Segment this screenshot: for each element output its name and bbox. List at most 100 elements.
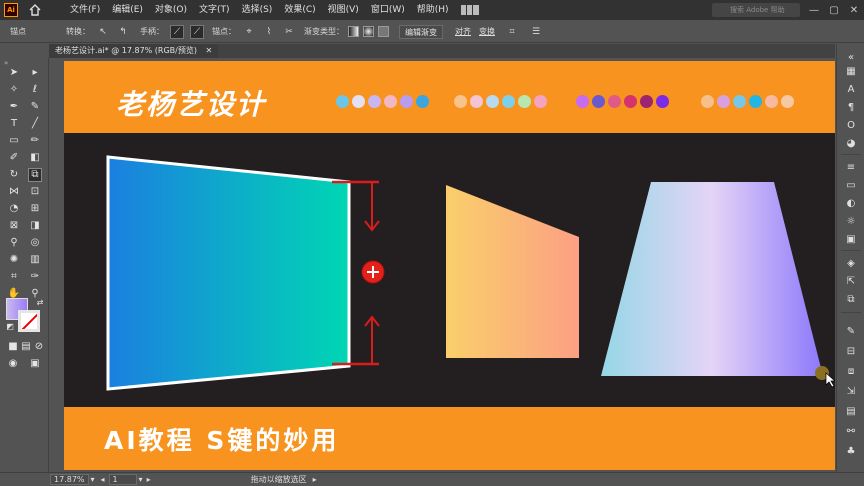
- symbol-sprayer-icon[interactable]: ✺: [7, 253, 21, 267]
- workspace-layout-icon[interactable]: [460, 5, 479, 15]
- align-panel-icon[interactable]: ⊟: [844, 344, 858, 358]
- lasso-tool-icon[interactable]: ℓ: [28, 83, 42, 97]
- home-icon[interactable]: [28, 3, 42, 17]
- control-bar: 锚点 转换： ↖ ↰ 手柄： ⟋ ⟋ 锚点： ⌖ ⌇ ✂ 渐变类型： 编辑渐变 …: [0, 21, 864, 43]
- perspective-grid-icon[interactable]: ⊞: [28, 202, 42, 216]
- shape-builder-icon[interactable]: ◔: [7, 202, 21, 216]
- gradient-panel-icon[interactable]: ▭: [844, 178, 858, 192]
- eraser-tool-icon[interactable]: ◧: [28, 151, 42, 165]
- panel-menu-icon[interactable]: ☰: [529, 25, 543, 39]
- mesh-tool-icon[interactable]: ⊠: [7, 219, 21, 233]
- collapse-panels-icon[interactable]: «: [844, 50, 858, 64]
- slice-tool-icon[interactable]: ✑: [28, 270, 42, 284]
- stroke-panel-icon[interactable]: ≡: [844, 160, 858, 174]
- blend-tool-icon[interactable]: ◎: [28, 236, 42, 250]
- line-tool-icon[interactable]: ╱: [28, 117, 42, 131]
- pencil-tool-icon[interactable]: ✏: [28, 134, 42, 148]
- free-transform-icon[interactable]: ⊡: [28, 185, 42, 199]
- cut-path-icon[interactable]: ✂: [282, 25, 296, 39]
- opentype-panel-icon[interactable]: O: [844, 118, 858, 132]
- page-field[interactable]: 1: [108, 474, 137, 485]
- document-tab-title: 老杨艺设计.ai* @ 17.87% (RGB/预览): [55, 46, 197, 55]
- symbols-panel-icon[interactable]: ♣: [844, 444, 858, 458]
- export-panel-icon[interactable]: ⇱: [844, 274, 858, 288]
- convert-smooth-icon[interactable]: ↰: [116, 25, 130, 39]
- transform-panel-icon[interactable]: ⇲: [844, 384, 858, 398]
- help-search-input[interactable]: 搜索 Adobe 帮助: [712, 3, 800, 17]
- align-link[interactable]: 对齐: [455, 26, 471, 37]
- minimize-icon[interactable]: —: [804, 0, 824, 20]
- graphic-styles-icon[interactable]: ▣: [844, 232, 858, 246]
- gradient-type-label: 渐变类型：: [304, 27, 344, 36]
- width-tool-icon[interactable]: ⋈: [7, 185, 21, 199]
- menu-item[interactable]: 文字(T): [193, 0, 236, 20]
- menu-item[interactable]: 窗口(W): [365, 0, 411, 20]
- zoom-dropdown-icon[interactable]: ▾: [91, 475, 95, 484]
- draw-mode-icon[interactable]: ◉: [6, 357, 20, 371]
- none-mode-icon[interactable]: ⊘: [32, 340, 46, 354]
- pen-tool-icon[interactable]: ✒: [7, 100, 21, 114]
- show-handles-icon[interactable]: ⟋: [170, 24, 184, 39]
- transform-link[interactable]: 变换: [479, 26, 495, 37]
- connect-anchor-icon[interactable]: ⌇: [262, 25, 276, 39]
- direct-selection-tool-icon[interactable]: ▸: [28, 66, 42, 80]
- type-tool-icon[interactable]: T: [7, 117, 21, 131]
- gradient-mode-icon[interactable]: ▤: [19, 340, 33, 354]
- stroke-swatch[interactable]: [18, 310, 40, 332]
- shaper-tool-icon[interactable]: ✐: [7, 151, 21, 165]
- swap-fill-stroke-icon[interactable]: ⇄: [33, 296, 47, 310]
- character-panel-icon[interactable]: A: [844, 82, 858, 96]
- magic-wand-icon[interactable]: ✧: [7, 83, 21, 97]
- rotate-tool-icon[interactable]: ↻: [7, 168, 21, 182]
- menu-item[interactable]: 选择(S): [236, 0, 279, 20]
- links-panel-icon[interactable]: ⚯: [844, 424, 858, 438]
- paragraph-panel-icon[interactable]: ¶: [844, 100, 858, 114]
- swatches-panel-icon[interactable]: ▤: [844, 404, 858, 418]
- canvas[interactable]: 老杨艺设计 AI教程 S键的妙用: [49, 58, 836, 472]
- close-tab-icon[interactable]: ✕: [206, 46, 213, 55]
- convert-corner-icon[interactable]: ↖: [96, 25, 110, 39]
- hide-handles-icon[interactable]: ⟋: [190, 24, 204, 39]
- properties-panel-icon[interactable]: ▦: [844, 64, 858, 78]
- edit-gradient-button[interactable]: 编辑渐变: [399, 24, 443, 39]
- radial-gradient-icon[interactable]: [363, 26, 374, 37]
- rectangle-tool-icon[interactable]: ▭: [7, 134, 21, 148]
- brushes-panel-icon[interactable]: ✎: [844, 324, 858, 338]
- scale-tool-icon[interactable]: ⧉: [28, 168, 42, 182]
- isolate-icon[interactable]: ⌗: [505, 25, 519, 39]
- pathfinder-panel-icon[interactable]: ⧈: [844, 364, 858, 378]
- menu-item[interactable]: 效果(C): [278, 0, 321, 20]
- remove-anchor-icon[interactable]: ⌖: [242, 25, 256, 39]
- status-arrow-icon[interactable]: ▸: [313, 475, 317, 484]
- document-tab[interactable]: 老杨艺设计.ai* @ 17.87% (RGB/预览) ✕: [49, 44, 219, 58]
- curvature-tool-icon[interactable]: ✎: [28, 100, 42, 114]
- menu-item[interactable]: 编辑(E): [106, 0, 149, 20]
- status-bar: 17.87% ▾ ◂ 1 ▾ ▸ 拖动以缩放选区 ▸: [0, 472, 864, 486]
- color-mode-icon[interactable]: ■: [6, 340, 20, 354]
- freeform-gradient-icon[interactable]: [378, 26, 389, 37]
- selection-tool-icon[interactable]: ➤: [7, 66, 21, 80]
- default-fill-stroke-icon[interactable]: ◩: [3, 320, 17, 334]
- close-icon[interactable]: ✕: [844, 0, 864, 20]
- zoom-field[interactable]: 17.87%: [50, 474, 89, 485]
- graph-tool-icon[interactable]: ▥: [28, 253, 42, 267]
- menu-item[interactable]: 文件(F): [64, 0, 106, 20]
- artboard-tool-icon[interactable]: ⌗: [7, 270, 21, 284]
- menu-item[interactable]: 对象(O): [149, 0, 193, 20]
- screen-mode-icon[interactable]: ▣: [28, 357, 42, 371]
- next-page-icon[interactable]: ▸: [147, 475, 151, 484]
- appearance-panel-icon[interactable]: ☼: [844, 214, 858, 228]
- menu-item[interactable]: 视图(V): [322, 0, 365, 20]
- eyedropper-tool-icon[interactable]: ⚲: [7, 236, 21, 250]
- anchor-label: 锚点: [10, 27, 26, 36]
- prev-page-icon[interactable]: ◂: [101, 475, 105, 484]
- artboards-panel-icon[interactable]: ⧉: [844, 292, 858, 306]
- page-dropdown-icon[interactable]: ▾: [139, 475, 143, 484]
- color-panel-icon[interactable]: ◕: [844, 136, 858, 150]
- menu-item[interactable]: 帮助(H): [411, 0, 455, 20]
- layers-panel-icon[interactable]: ◈: [844, 256, 858, 270]
- linear-gradient-icon[interactable]: [348, 26, 359, 37]
- transparency-panel-icon[interactable]: ◐: [844, 196, 858, 210]
- gradient-tool-icon[interactable]: ◨: [28, 219, 42, 233]
- maximize-icon[interactable]: ▢: [824, 0, 844, 20]
